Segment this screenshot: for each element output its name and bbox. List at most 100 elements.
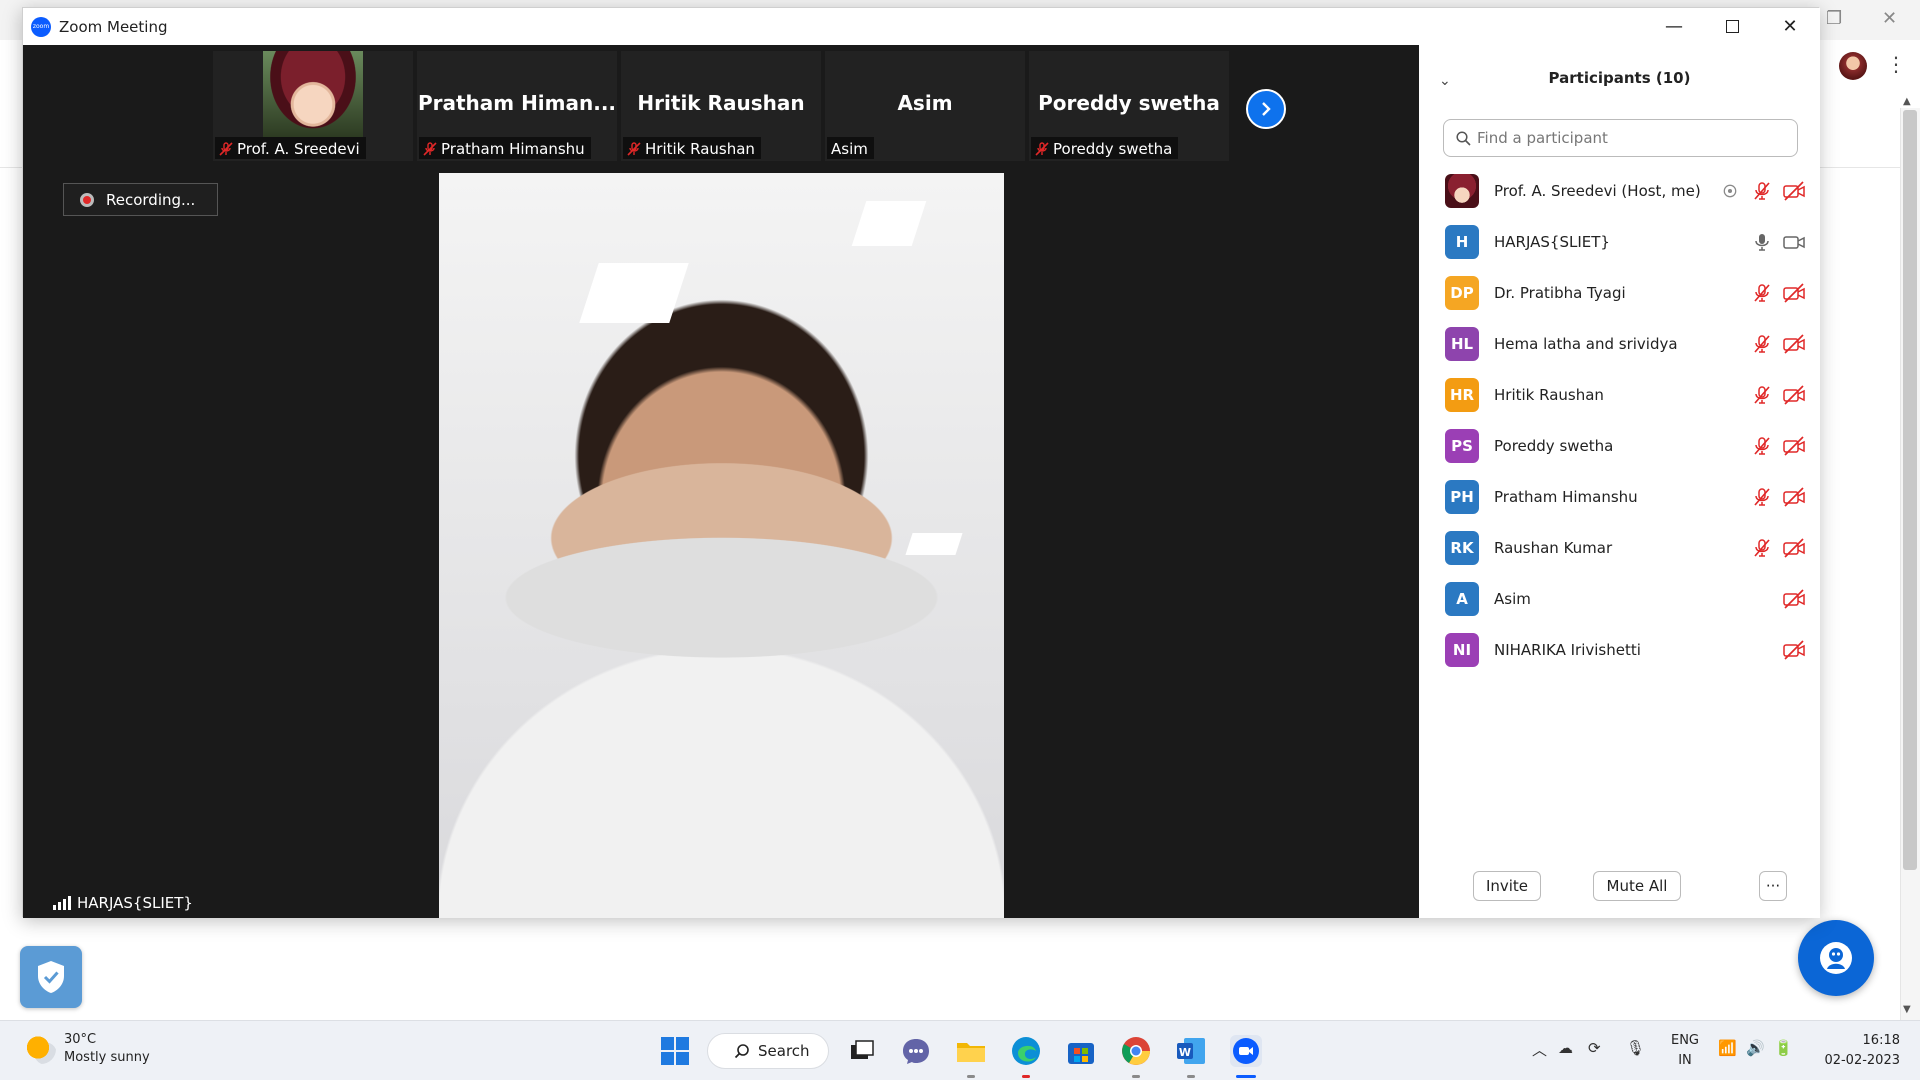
taskbar-search-label: Search xyxy=(758,1042,810,1060)
video-off-icon[interactable] xyxy=(1782,588,1806,610)
participant-row[interactable]: NI NIHARIKA Irivishetti xyxy=(1419,624,1820,675)
clock[interactable]: 16:18 02-02-2023 xyxy=(1816,1031,1900,1071)
participant-status-icons xyxy=(1750,522,1806,573)
participant-status-icons xyxy=(1782,624,1806,675)
chat-assistant-button[interactable] xyxy=(1798,920,1874,996)
maximize-button[interactable] xyxy=(1703,8,1761,45)
language-indicator[interactable]: ENG IN xyxy=(1668,1031,1702,1071)
video-off-icon[interactable] xyxy=(1782,486,1806,508)
battery-icon[interactable]: 🔋 xyxy=(1774,1039,1793,1057)
chat-app-button[interactable] xyxy=(900,1035,932,1067)
scroll-up-icon[interactable]: ▲ xyxy=(1903,96,1911,107)
mic-muted-icon[interactable] xyxy=(1750,384,1774,406)
strip-tile-poreddy[interactable]: Poreddy swetha Poreddy swetha xyxy=(1029,51,1229,161)
chevron-right-icon xyxy=(1262,102,1271,116)
participant-name: Poreddy swetha xyxy=(1494,436,1614,455)
mic-icon[interactable] xyxy=(1750,231,1774,253)
mic-muted-icon[interactable] xyxy=(1750,537,1774,559)
mic-muted-icon[interactable] xyxy=(1750,333,1774,355)
sync-icon[interactable]: ⟳ xyxy=(1588,1039,1601,1057)
word-button[interactable]: W xyxy=(1175,1035,1207,1067)
scroll-down-icon[interactable]: ▼ xyxy=(1903,1004,1911,1015)
onedrive-offline-icon[interactable]: ☁ xyxy=(1558,1039,1573,1057)
participant-row[interactable]: Prof. A. Sreedevi (Host, me) xyxy=(1419,165,1820,216)
file-explorer-button[interactable] xyxy=(955,1035,987,1067)
microphone-icon[interactable]: 🎙 xyxy=(1626,1039,1645,1057)
wifi-icon[interactable]: 📶 xyxy=(1718,1039,1737,1057)
store-button[interactable] xyxy=(1065,1035,1097,1067)
participant-row[interactable]: HR Hritik Raushan xyxy=(1419,369,1820,420)
mute-all-button[interactable]: Mute All xyxy=(1593,871,1681,901)
task-view-icon xyxy=(851,1040,874,1059)
video-off-icon[interactable] xyxy=(1782,282,1806,304)
participant-search[interactable] xyxy=(1443,119,1798,157)
weather-widget[interactable]: 30°C Mostly sunny xyxy=(26,1031,150,1067)
close-icon[interactable]: ✕ xyxy=(1882,8,1897,29)
mic-muted-icon xyxy=(627,142,641,156)
video-off-icon[interactable] xyxy=(1782,435,1806,457)
participant-row[interactable]: A Asim xyxy=(1419,573,1820,624)
tile-label-text: Pratham Himanshu xyxy=(441,140,585,158)
task-view-button[interactable] xyxy=(846,1035,878,1067)
mic-muted-icon[interactable] xyxy=(1750,486,1774,508)
participant-row[interactable]: PS Poreddy swetha xyxy=(1419,420,1820,471)
security-shield-button[interactable] xyxy=(20,946,82,1008)
running-indicator xyxy=(1187,1075,1195,1078)
participant-avatar: H xyxy=(1445,224,1479,259)
scrollbar-thumb[interactable] xyxy=(1903,110,1917,870)
running-indicator xyxy=(1132,1075,1140,1078)
chatbot-icon xyxy=(1820,942,1852,974)
video-icon[interactable] xyxy=(1782,231,1806,253)
zoom-taskbar-button[interactable] xyxy=(1230,1035,1262,1067)
weather-text: 30°C Mostly sunny xyxy=(64,1031,150,1067)
next-participants-button[interactable] xyxy=(1246,89,1286,129)
mic-muted-icon[interactable] xyxy=(1750,180,1774,202)
close-button[interactable]: ✕ xyxy=(1761,8,1819,45)
strip-tile-asim[interactable]: Asim Asim xyxy=(825,51,1025,161)
video-off-icon[interactable] xyxy=(1782,537,1806,559)
participant-avatar: HR xyxy=(1445,377,1479,412)
recording-indicator[interactable]: Recording... xyxy=(63,183,218,216)
participant-row[interactable]: H HARJAS{SLIET} xyxy=(1419,216,1820,267)
chrome-button[interactable] xyxy=(1120,1035,1152,1067)
participant-row[interactable]: PH Pratham Himanshu xyxy=(1419,471,1820,522)
recording-status-icon xyxy=(1718,180,1742,202)
participant-name: Dr. Pratibha Tyagi xyxy=(1494,283,1626,302)
more-options-button[interactable]: ··· xyxy=(1759,871,1787,901)
taskbar-search[interactable]: Search xyxy=(707,1033,829,1069)
volume-icon[interactable]: 🔊 xyxy=(1746,1039,1765,1057)
running-indicator xyxy=(1022,1075,1030,1078)
minimize-button[interactable]: — xyxy=(1645,8,1703,45)
participant-row[interactable]: HL Hema latha and srividya xyxy=(1419,318,1820,369)
active-speaker-video[interactable] xyxy=(439,173,1004,918)
video-off-icon[interactable] xyxy=(1782,639,1806,661)
start-button[interactable] xyxy=(659,1035,691,1067)
mic-muted-icon[interactable] xyxy=(1750,435,1774,457)
participant-search-input[interactable] xyxy=(1477,129,1777,147)
strip-tile-pratham[interactable]: Pratham Himan... Pratham Himanshu xyxy=(417,51,617,161)
edge-browser-button[interactable] xyxy=(1010,1035,1042,1067)
participant-name: Prof. A. Sreedevi (Host, me) xyxy=(1494,181,1701,200)
chrome-icon xyxy=(1122,1037,1150,1065)
show-hidden-icons-chevron-up-icon[interactable]: ︿ xyxy=(1532,1039,1547,1060)
participant-row[interactable]: RK Raushan Kumar xyxy=(1419,522,1820,573)
participant-row[interactable]: DP Dr. Pratibha Tyagi xyxy=(1419,267,1820,318)
participant-status-icons xyxy=(1750,369,1806,420)
browser-menu-icon[interactable]: ⋮ xyxy=(1886,52,1906,76)
participant-status-icons xyxy=(1750,471,1806,522)
tile-big-name: Hritik Raushan xyxy=(637,91,805,115)
search-icon xyxy=(734,1044,749,1059)
participant-name: Pratham Himanshu xyxy=(1494,487,1638,506)
video-off-icon[interactable] xyxy=(1782,180,1806,202)
strip-tile-hritik[interactable]: Hritik Raushan Hritik Raushan xyxy=(621,51,821,161)
strip-tile-sreedevi[interactable]: Prof. A. Sreedevi xyxy=(213,51,413,161)
restore-icon[interactable]: ❐ xyxy=(1826,8,1842,29)
teams-chat-icon xyxy=(903,1039,929,1064)
video-off-icon[interactable] xyxy=(1782,333,1806,355)
mic-muted-icon[interactable] xyxy=(1750,282,1774,304)
invite-button[interactable]: Invite xyxy=(1473,871,1541,901)
participants-panel: ⌄ Participants (10) Prof. A. Sreedevi (H… xyxy=(1419,45,1820,918)
browser-profile-avatar[interactable] xyxy=(1839,52,1867,80)
mic-muted-icon xyxy=(219,142,233,156)
video-off-icon[interactable] xyxy=(1782,384,1806,406)
